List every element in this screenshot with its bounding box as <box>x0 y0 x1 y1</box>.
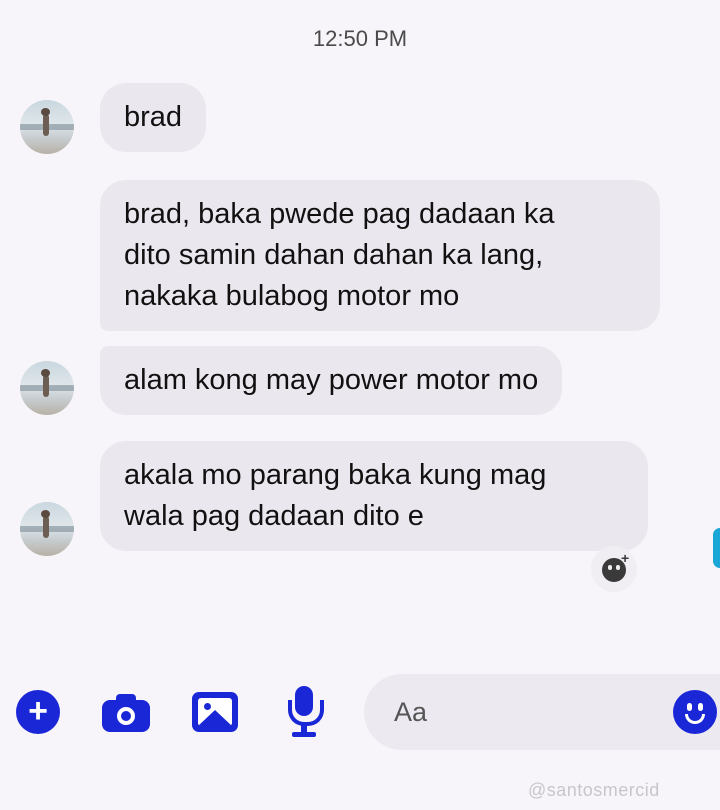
message-bubble[interactable]: brad <box>100 83 207 152</box>
side-bubble-edge <box>713 528 720 568</box>
message-bubble[interactable]: akala mo parang baka kung mag wala pag d… <box>100 441 648 551</box>
emoji-icon[interactable] <box>673 690 717 734</box>
gallery-icon[interactable] <box>192 692 238 732</box>
message-bubble[interactable]: brad, baka pwede pag dadaan ka dito sami… <box>100 180 660 331</box>
message-text-line: brad, baka pwede pag dadaan ka <box>124 198 555 230</box>
message-text-line: nakaka bulabog motor mo <box>124 280 460 312</box>
message-input-placeholder: Aa <box>394 697 428 727</box>
watermark: @santosmercid <box>528 780 660 800</box>
message-timestamp: 12:50 PM <box>312 26 408 51</box>
message-input[interactable]: Aa <box>364 674 720 750</box>
message-text-line: akala mo parang baka kung mag <box>124 459 547 491</box>
sender-avatar[interactable] <box>20 100 74 154</box>
microphone-icon[interactable] <box>286 686 324 738</box>
message-text: brad <box>124 101 183 133</box>
sender-avatar[interactable] <box>20 361 74 415</box>
message-text: alam kong may power motor mo <box>124 364 539 396</box>
add-reaction-button[interactable]: + <box>591 546 637 592</box>
message-text-line: dito samin dahan dahan ka lang, <box>124 239 544 271</box>
message-bubble[interactable]: alam kong may power motor mo <box>100 346 563 415</box>
plus-icon[interactable]: + <box>16 690 60 734</box>
sender-avatar[interactable] <box>20 502 74 556</box>
camera-icon[interactable] <box>102 692 150 732</box>
message-text-line: wala pag dadaan dito e <box>124 500 424 532</box>
message-composer: + Aa <box>0 672 720 752</box>
